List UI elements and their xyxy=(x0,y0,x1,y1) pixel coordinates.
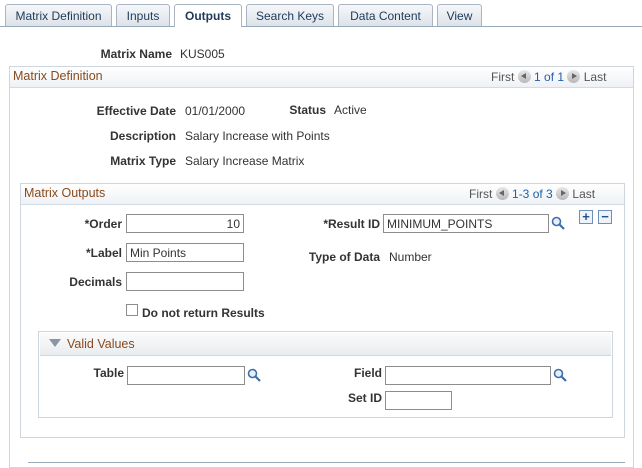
order-input[interactable] xyxy=(126,214,244,233)
tab-inputs[interactable]: Inputs xyxy=(116,4,170,26)
nav-last[interactable]: Last xyxy=(584,70,607,84)
matrix-type-label: Matrix Type xyxy=(110,154,176,168)
outputs-nav-first[interactable]: First xyxy=(469,187,492,201)
matrix-definition-header: Matrix Definition First 1 of 1 Last xyxy=(10,67,633,88)
order-label: *Order xyxy=(84,217,122,231)
effective-date-value: 01/01/2000 xyxy=(185,104,246,118)
matrix-name-value: KUS005 xyxy=(180,47,225,61)
type-of-data-value: Number xyxy=(389,250,432,264)
bottom-divider xyxy=(28,462,625,463)
nav-range: 1 of 1 xyxy=(534,70,565,84)
do-not-return-checkbox[interactable] xyxy=(126,304,138,316)
matrix-definition-title: Matrix Definition xyxy=(13,69,103,83)
effective-date-label: Effective Date xyxy=(96,104,176,118)
table-input[interactable] xyxy=(127,366,245,385)
do-not-return-label: Do not return Results xyxy=(142,306,265,320)
prev-arrow-icon[interactable] xyxy=(517,70,531,83)
nav-first[interactable]: First xyxy=(491,70,514,84)
tab-data-content[interactable]: Data Content xyxy=(338,4,433,26)
matrix-name-label: Matrix Name xyxy=(100,47,172,61)
result-id-label: *Result ID xyxy=(323,217,380,231)
result-id-magnifier-icon[interactable] xyxy=(551,216,565,230)
outputs-nav-range: 1-3 of 3 xyxy=(512,187,553,201)
outputs-prev-arrow-icon[interactable] xyxy=(495,187,509,200)
label-field-label: *Label xyxy=(85,246,122,260)
decimals-input[interactable] xyxy=(126,272,244,291)
table-magnifier-icon[interactable] xyxy=(247,368,261,382)
next-arrow-icon[interactable] xyxy=(567,70,581,83)
status-label: Status xyxy=(289,103,326,117)
field-magnifier-icon[interactable] xyxy=(553,368,567,382)
set-id-input[interactable] xyxy=(385,391,452,410)
table-label: Table xyxy=(93,366,124,380)
matrix-outputs-header: Matrix Outputs First 1-3 of 3 Last xyxy=(21,184,624,205)
status-value: Active xyxy=(334,103,367,117)
description-value: Salary Increase with Points xyxy=(185,129,330,143)
valid-values-title: Valid Values xyxy=(67,337,135,351)
label-input[interactable] xyxy=(126,243,244,262)
matrix-outputs-title: Matrix Outputs xyxy=(24,186,106,200)
result-id-input[interactable] xyxy=(383,214,549,233)
valid-values-header[interactable]: Valid Values xyxy=(40,333,611,356)
matrix-type-value: Salary Increase Matrix xyxy=(185,154,305,168)
set-id-label: Set ID xyxy=(347,391,382,405)
outputs-nav: First 1-3 of 3 Last xyxy=(469,187,595,201)
description-label: Description xyxy=(109,129,176,143)
type-of-data-label: Type of Data xyxy=(308,250,380,264)
add-row-plus-icon[interactable]: + xyxy=(579,210,593,224)
outputs-next-arrow-icon[interactable] xyxy=(556,187,570,200)
field-input[interactable] xyxy=(385,366,551,385)
definition-nav: First 1 of 1 Last xyxy=(491,70,606,84)
remove-row-minus-icon[interactable]: − xyxy=(598,210,612,224)
decimals-label: Decimals xyxy=(69,275,122,289)
tab-outputs[interactable]: Outputs xyxy=(174,4,242,27)
tab-matrix-definition[interactable]: Matrix Definition xyxy=(5,4,112,26)
tab-view[interactable]: View xyxy=(437,4,482,26)
tab-search-keys[interactable]: Search Keys xyxy=(246,4,334,26)
collapse-triangle-down-icon[interactable] xyxy=(49,339,61,348)
outputs-nav-last[interactable]: Last xyxy=(572,187,595,201)
field-label: Field xyxy=(353,366,382,380)
